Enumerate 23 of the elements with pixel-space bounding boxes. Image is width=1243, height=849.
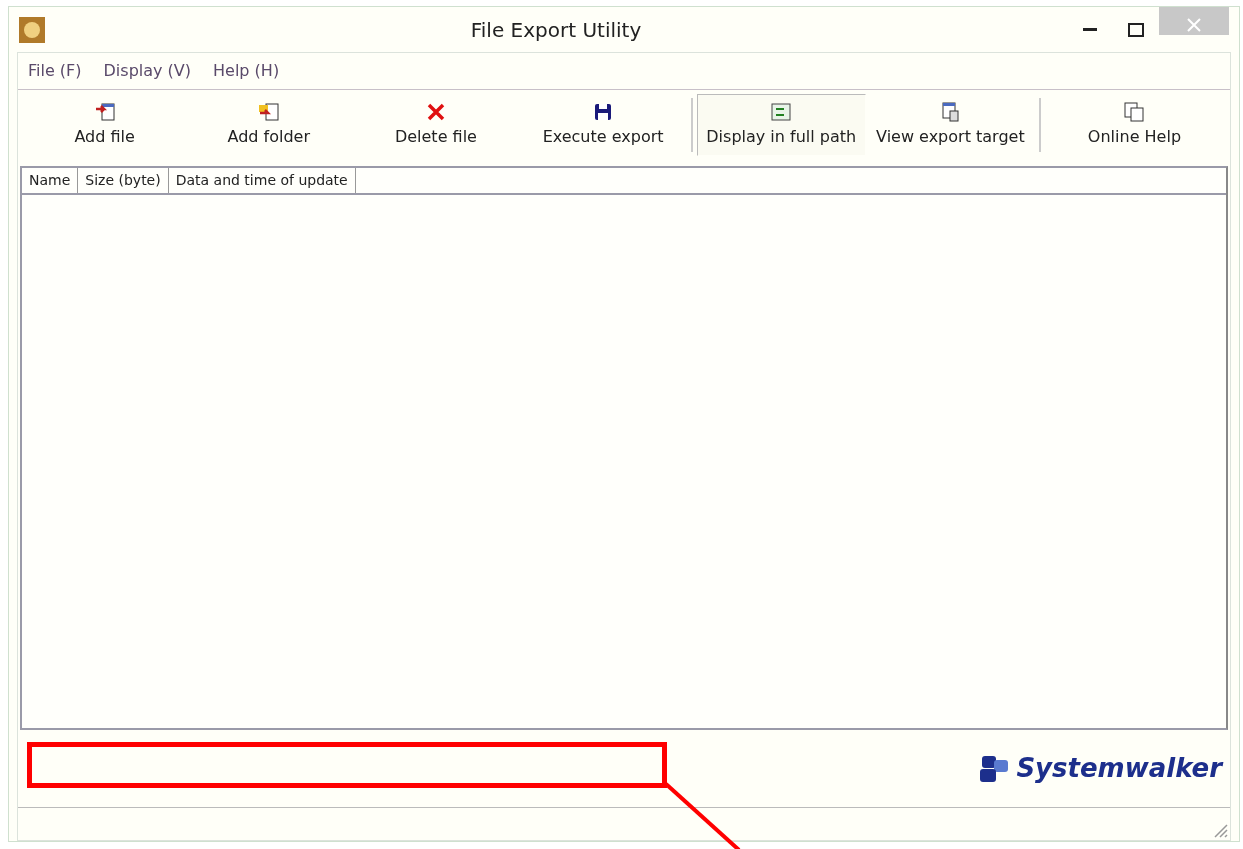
toolbar-button[interactable]: Add folder — [185, 94, 353, 156]
menu-item[interactable]: File (F) — [28, 59, 82, 83]
logo-text: Systemwalker — [1016, 752, 1222, 785]
help-icon — [1123, 101, 1146, 123]
document-arrow-icon — [93, 101, 116, 123]
menu-item[interactable]: Help (H) — [213, 59, 280, 83]
window-title: File Export Utility — [470, 17, 642, 42]
column-header[interactable]: Size (byte) — [78, 168, 169, 193]
toolbar-button[interactable]: Online Help — [1044, 94, 1224, 156]
column-header[interactable]: Name — [22, 168, 79, 193]
document-stack-icon — [939, 101, 962, 123]
toolbar-button[interactable]: Execute export — [519, 94, 687, 156]
toolbar-button[interactable]: Display in full path — [696, 94, 866, 156]
toolbar-button[interactable]: Delete file — [352, 94, 520, 156]
column-header[interactable]: Data and time of update — [168, 168, 356, 193]
close-icon — [1187, 17, 1201, 32]
toolbar-button[interactable]: Add file — [24, 94, 186, 156]
app-icon — [19, 16, 45, 43]
maximize-icon — [1128, 22, 1144, 37]
menu-item[interactable]: Display (V) — [103, 59, 192, 83]
toolbar-button[interactable]: View export target — [865, 94, 1035, 156]
minimize-icon — [1083, 27, 1097, 32]
folder-document-icon — [257, 101, 280, 123]
